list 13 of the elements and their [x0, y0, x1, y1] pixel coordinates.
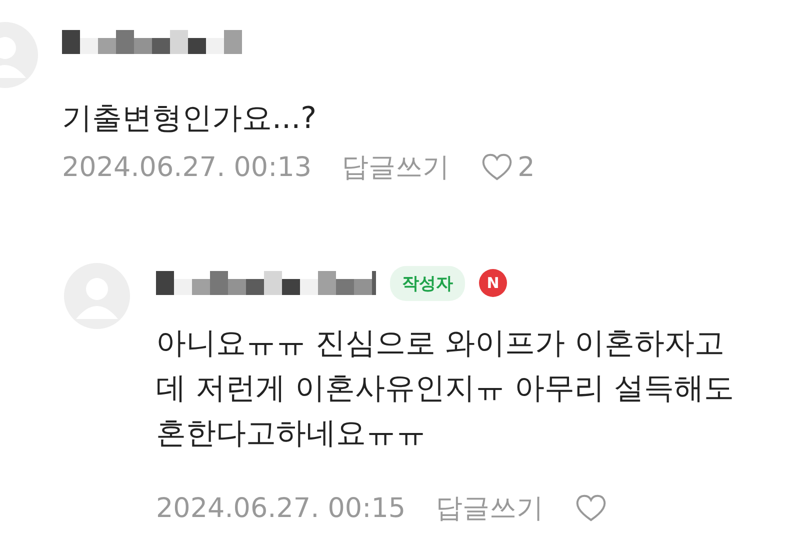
heart-icon[interactable]: [574, 493, 608, 523]
comment-text: 아니요ㅠㅠ 진심으로 와이프가 이혼하자고: [156, 325, 726, 363]
reply-link[interactable]: 답글쓰기: [342, 149, 450, 185]
like-count: 2: [518, 152, 535, 182]
reply-link[interactable]: 답글쓰기: [436, 490, 544, 526]
comment-date: 2024.06.27. 00:13: [62, 152, 312, 182]
new-badge: N: [479, 269, 507, 297]
author-badge: 작성자: [390, 266, 465, 300]
comment-text: 혼한다고하네요ㅠㅠ: [156, 415, 427, 453]
heart-icon[interactable]: [480, 152, 514, 182]
comment-text: 기출변형인가요...?: [62, 100, 318, 138]
comment-date: 2024.06.27. 00:15: [156, 492, 406, 524]
comment-text: 데 저런게 이혼사유인지ㅠ 아무리 설득해도: [156, 370, 734, 408]
